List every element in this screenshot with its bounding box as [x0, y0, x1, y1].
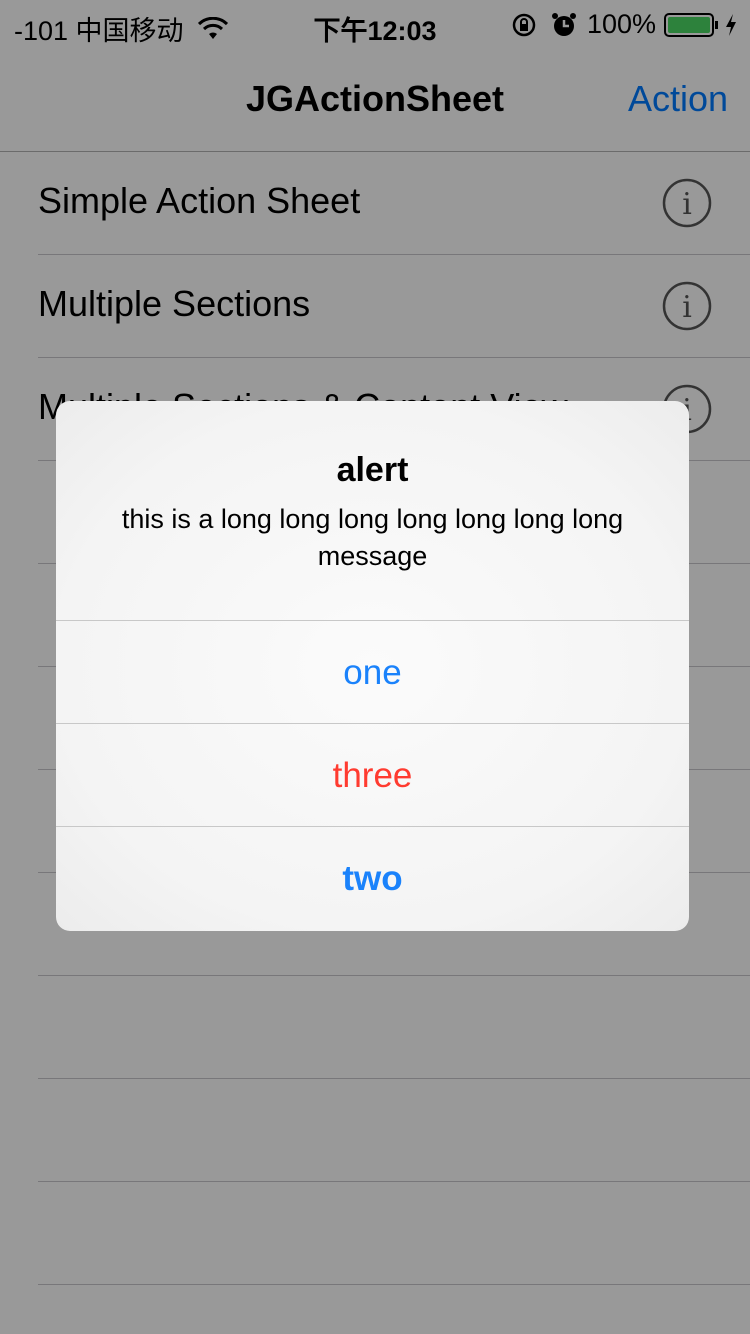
screen: -101 中国移动 下午12:03 100% JGActionSheet Act…	[0, 0, 750, 1334]
alert-button-two[interactable]: two	[56, 827, 689, 930]
alert-message: this is a long long long long long long …	[121, 504, 624, 571]
alert-button-three[interactable]: three	[56, 724, 689, 827]
alert-header: alert this is a long long long long long…	[56, 401, 689, 621]
alert-title: alert	[336, 451, 409, 489]
alert-button-one[interactable]: one	[56, 621, 689, 724]
alert-dialog: alert this is a long long long long long…	[56, 401, 689, 931]
